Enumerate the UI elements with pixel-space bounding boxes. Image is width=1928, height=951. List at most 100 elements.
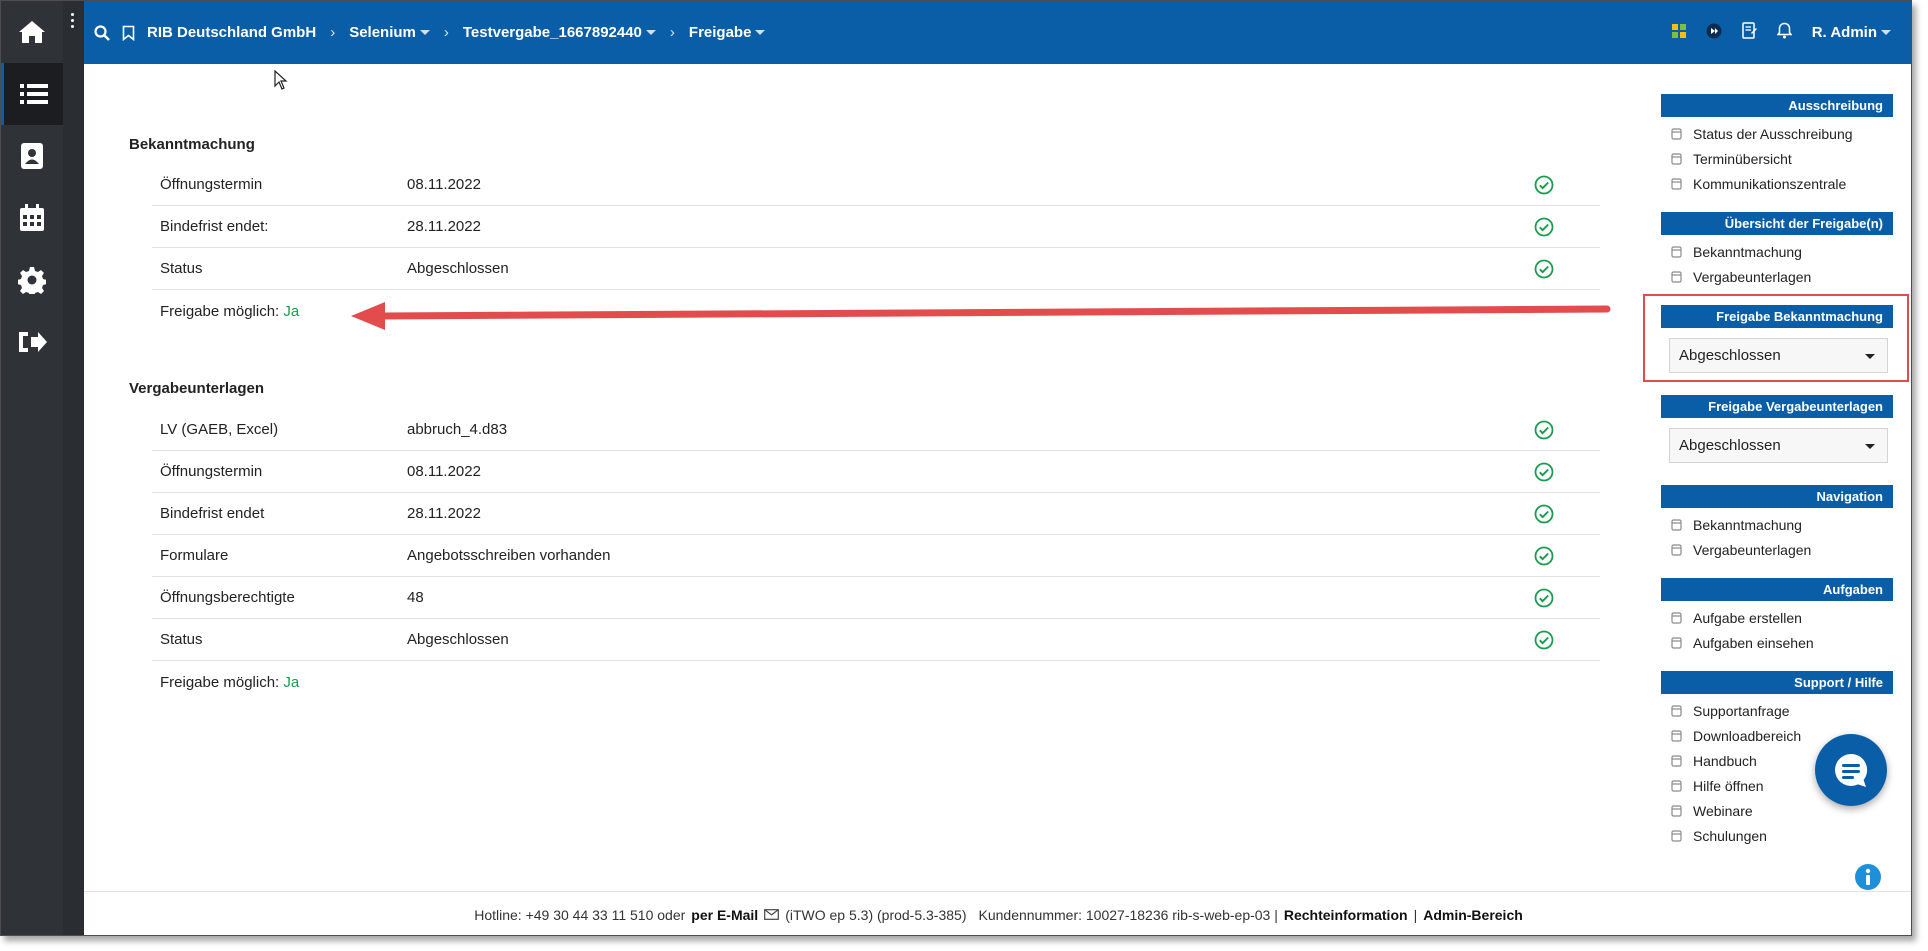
row-value: Abgeschlossen <box>407 260 509 277</box>
check-circle-icon <box>1534 420 1554 444</box>
chevron-down-icon <box>419 30 430 35</box>
breadcrumb-page-label: Freigabe <box>688 24 752 41</box>
link-label: Aufgaben einsehen <box>1693 634 1814 651</box>
bullet-icon <box>1671 270 1683 283</box>
row-value: 08.11.2022 <box>407 176 481 193</box>
user-name: R. Admin <box>1811 24 1877 41</box>
link-terminuebersicht[interactable]: Terminübersicht <box>1671 146 1893 171</box>
table-row: Öffnungsberechtigte 48 <box>152 577 1600 619</box>
sidebar-collapse-rail[interactable] <box>63 1 84 935</box>
breadcrumb-project[interactable]: Selenium <box>349 24 430 41</box>
row-value: 28.11.2022 <box>407 505 481 522</box>
panel-header-aufgaben: Aufgaben <box>1661 578 1893 601</box>
notes-icon[interactable] <box>1741 22 1757 43</box>
row-value: 08.11.2022 <box>407 463 481 480</box>
link-nav-bekanntmachung[interactable]: Bekanntmachung <box>1671 512 1893 537</box>
row-label: Öffnungsberechtigte <box>160 589 295 606</box>
bookmark-icon[interactable] <box>122 25 135 41</box>
link-label: Terminübersicht <box>1693 150 1792 167</box>
freigabe-label: Freigabe möglich: Ja <box>160 674 299 691</box>
table-row: Status Abgeschlossen <box>152 248 1600 290</box>
breadcrumb-org[interactable]: RIB Deutschland GmbH <box>147 24 316 41</box>
list-icon[interactable] <box>1 63 63 125</box>
annotation-highlight-box <box>1643 294 1909 382</box>
panel-list: Bekanntmachung Vergabeunterlagen <box>1661 508 1893 578</box>
home-icon[interactable] <box>1 1 63 63</box>
freigabe-vergabeunterlagen-select[interactable]: Abgeschlossen <box>1669 428 1888 463</box>
forward-icon[interactable] <box>1706 23 1722 43</box>
freigabe-label: Freigabe möglich: Ja <box>160 303 299 320</box>
link-aufgabe-erstellen[interactable]: Aufgabe erstellen <box>1671 605 1893 630</box>
link-vergabeunterlagen[interactable]: Vergabeunterlagen <box>1671 264 1893 289</box>
table-row: Öffnungstermin 08.11.2022 <box>152 451 1600 493</box>
contact-book-icon[interactable] <box>1 125 63 187</box>
apps-icon[interactable] <box>1671 23 1686 42</box>
row-label: Status <box>160 631 203 648</box>
bell-icon[interactable] <box>1776 22 1793 43</box>
search-icon[interactable] <box>94 24 110 41</box>
panel-header-support: Support / Hilfe <box>1661 671 1893 694</box>
top-right-tools: R. Admin <box>1671 1 1891 64</box>
row-label: Status <box>160 260 203 277</box>
logout-icon[interactable] <box>1 311 63 373</box>
link-status-der-ausschreibung[interactable]: Status der Ausschreibung <box>1671 121 1893 146</box>
bullet-icon <box>1671 543 1683 556</box>
breadcrumb: RIB Deutschland GmbH › Selenium › Testve… <box>94 24 766 41</box>
chevron-down-icon <box>755 30 766 35</box>
link-schulungen[interactable]: Schulungen <box>1671 823 1893 848</box>
chevron-down-icon <box>1865 444 1875 449</box>
breadcrumb-project-label: Selenium <box>349 24 416 41</box>
freigabe-value: Ja <box>283 673 300 691</box>
chevron-down-icon <box>1881 30 1891 35</box>
top-bar: RIB Deutschland GmbH › Selenium › Testve… <box>84 1 1911 64</box>
row-value: Abgeschlossen <box>407 631 509 648</box>
footer: Hotline: +49 30 44 33 11 510 oder per E-… <box>84 891 1911 935</box>
check-circle-icon <box>1534 175 1554 199</box>
footer-email-link[interactable]: per E-Mail <box>691 907 758 923</box>
link-supportanfrage[interactable]: Supportanfrage <box>1671 698 1893 723</box>
link-aufgaben-einsehen[interactable]: Aufgaben einsehen <box>1671 630 1893 655</box>
panel-header-ausschreibung: Ausschreibung <box>1661 94 1893 117</box>
chat-icon[interactable] <box>1815 734 1887 806</box>
footer-legal-link[interactable]: Rechteinformation <box>1284 907 1408 923</box>
bullet-icon <box>1671 611 1683 624</box>
user-menu[interactable]: R. Admin <box>1812 24 1891 41</box>
check-circle-icon <box>1534 588 1554 612</box>
link-bekanntmachung[interactable]: Bekanntmachung <box>1671 239 1893 264</box>
link-label: Webinare <box>1693 802 1753 819</box>
bullet-icon <box>1671 754 1683 767</box>
breadcrumb-page[interactable]: Freigabe <box>689 24 766 41</box>
freigabe-label-text: Freigabe möglich: <box>160 302 280 320</box>
chevron-right-icon: › <box>669 24 675 41</box>
chevron-right-icon: › <box>443 24 449 41</box>
footer-hotline: Hotline: +49 30 44 33 11 510 oder <box>474 906 686 923</box>
gear-icon[interactable] <box>1 249 63 311</box>
info-icon[interactable] <box>1854 863 1882 891</box>
calendar-icon[interactable] <box>1 187 63 249</box>
select-value: Abgeschlossen <box>1679 437 1781 454</box>
link-nav-vergabeunterlagen[interactable]: Vergabeunterlagen <box>1671 537 1893 562</box>
table-row: Formulare Angebotsschreiben vorhanden <box>152 535 1600 577</box>
panel-list: Status der Ausschreibung Terminübersicht… <box>1661 117 1893 212</box>
footer-admin-link[interactable]: Admin-Bereich <box>1423 907 1523 923</box>
link-label: Vergabeunterlagen <box>1693 541 1812 558</box>
link-kommunikationszentrale[interactable]: Kommunikationszentrale <box>1671 171 1893 196</box>
left-sidebar <box>1 1 63 935</box>
link-label: Aufgabe erstellen <box>1693 609 1802 626</box>
chevron-right-icon: › <box>330 24 336 41</box>
table-row: LV (GAEB, Excel) abbruch_4.d83 <box>152 409 1600 451</box>
main-content: Bekanntmachung Öffnungstermin 08.11.2022… <box>84 64 1654 891</box>
row-label: Formulare <box>160 547 229 564</box>
breadcrumb-tender[interactable]: Testvergabe_1667892440 <box>463 24 656 41</box>
bullet-icon <box>1671 779 1683 792</box>
row-label: Öffnungstermin <box>160 463 263 480</box>
freigabe-row-vergabeunterlagen: Freigabe möglich: Ja <box>152 661 1600 703</box>
breadcrumb-tender-label: Testvergabe_1667892440 <box>462 24 642 41</box>
bullet-icon <box>1671 177 1683 190</box>
check-circle-icon <box>1534 462 1554 486</box>
more-vertical-icon[interactable] <box>71 13 75 31</box>
panel-header-freigabe-vergabeunterlagen: Freigabe Vergabeunterlagen <box>1661 395 1893 418</box>
link-label: Status der Ausschreibung <box>1693 125 1853 142</box>
table-row: Bindefrist endet: 28.11.2022 <box>152 206 1600 248</box>
row-value: 48 <box>407 589 424 606</box>
